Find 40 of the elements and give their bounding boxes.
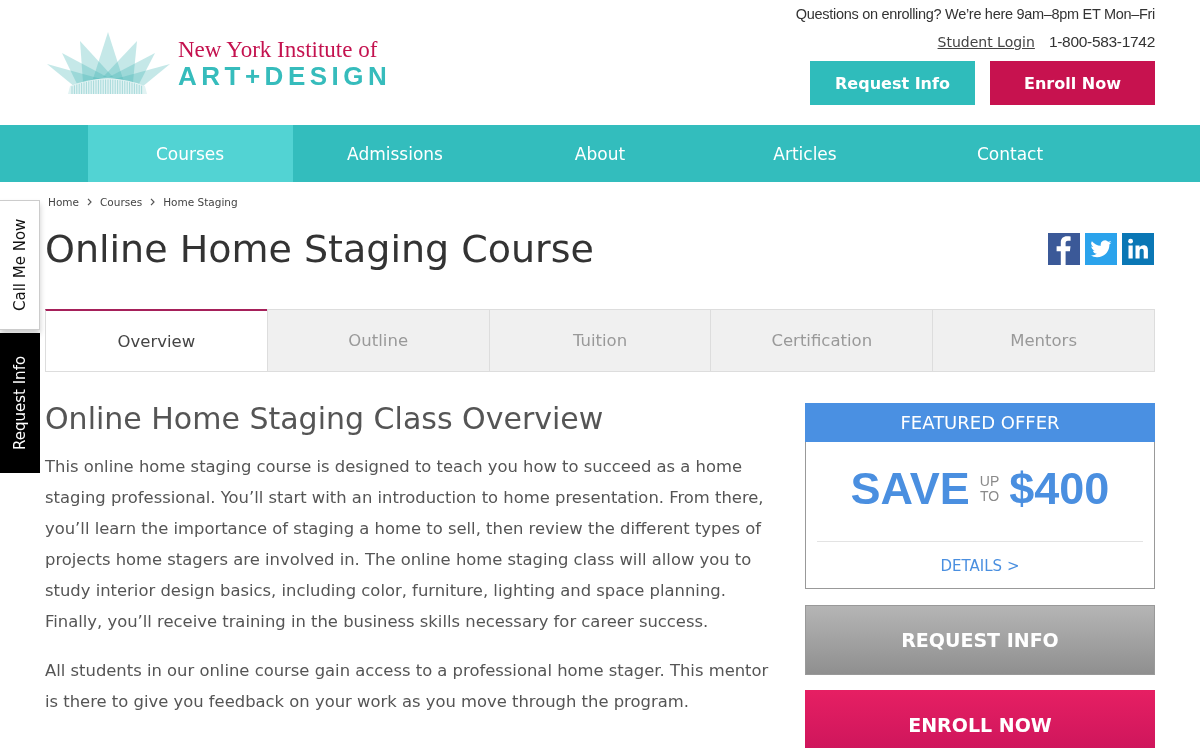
sidebar-button[interactable]: ENROLL NOW [805,690,1155,748]
contact-note: Questions on enrolling? We’re here 9am–8pm ET Mon–Fri [795,5,1155,24]
cta-button[interactable]: Request Info [810,61,975,105]
to-text: TO [979,489,1000,504]
tab[interactable]: Overview [45,309,268,372]
cta-button[interactable]: Enroll Now [990,61,1155,105]
tab[interactable]: Mentors [932,309,1155,372]
f-logo-icon[interactable] [1048,233,1080,265]
side-tab[interactable]: Request Info [0,333,40,473]
nav-link[interactable]: Courses [87,125,293,182]
body-paragraph: All students in our online course gain access to a professional home stager. This mentor is there to give you feedback on your work as you move through the program. [45,660,770,713]
phone-number: 1-800-583-1742 [1048,32,1155,52]
bird-icon[interactable] [1085,233,1117,265]
logo-icon [45,31,172,95]
section-heading: Online Home Staging Class Overview [45,401,605,437]
tab[interactable]: Certification [710,309,934,372]
sidebar-button[interactable]: REQUEST INFO [805,605,1155,675]
logo-title: New York Institute of [178,36,379,62]
details-link[interactable]: DETAILS > [940,557,1020,575]
save-text: SAVE [850,464,970,514]
logo-subtitle: ART+DESIGN [178,61,392,90]
offer-title: FEATURED OFFER [805,403,1155,442]
breadcrumb-current: Home Staging [163,195,238,209]
in-logo-icon[interactable] [1122,233,1154,265]
tab[interactable]: Outline [266,309,490,372]
page-title: Online Home Staging Course [45,226,594,272]
nav-link[interactable]: Articles [702,125,908,182]
breadcrumb-link[interactable]: Courses [100,195,143,209]
amount-text: $400 [1009,464,1110,514]
nav-link[interactable]: Contact [907,125,1113,182]
chevron-icon [87,198,92,206]
body-paragraph: This online home staging course is designed to teach you how to succeed as a home staging professional. You’ll start with an introduction to home presentation. From there, you’ll learn the importance of staging a home to sell, then review the different types of projects home stagers are involved in. The online home staging class will allow you to study interior design basics, including color, furniture, lighting and space planning. Finally, you’ll receive training in the business skills necessary for career success. [45,456,765,633]
breadcrumb-link[interactable]: Home [48,195,79,209]
nav-link[interactable]: Admissions [292,125,498,182]
side-tab[interactable]: Call Me Now [0,200,40,330]
up-text: UP [979,474,1000,489]
nav-link[interactable]: About [497,125,703,182]
student-login-link[interactable]: Student Login [937,32,1035,52]
chevron-icon [150,198,156,206]
tab[interactable]: Tuition [488,309,712,372]
